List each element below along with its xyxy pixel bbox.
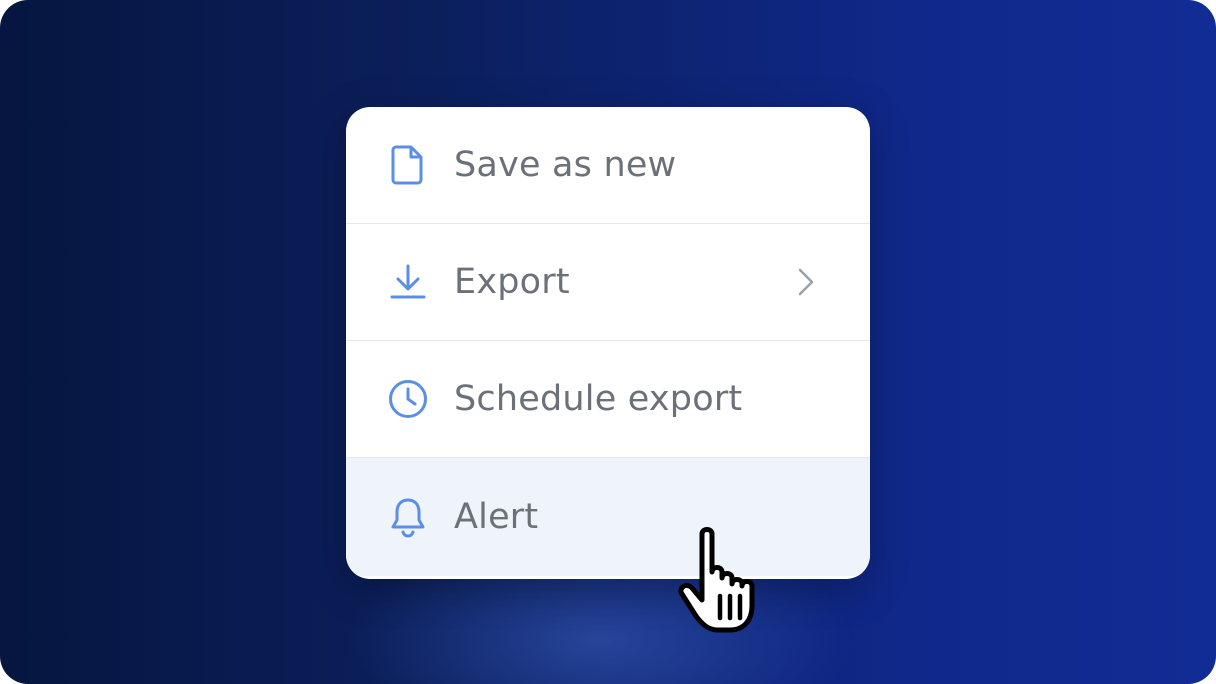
menu-item-export[interactable]: Export: [346, 224, 870, 341]
menu-item-label: Export: [454, 262, 570, 302]
file-icon: [386, 143, 430, 187]
menu-item-label: Alert: [454, 497, 539, 537]
menu-item-save-as-new[interactable]: Save as new: [346, 107, 870, 224]
chevron-right-icon: [794, 266, 818, 298]
menu-item-label: Save as new: [454, 145, 677, 185]
download-icon: [386, 260, 430, 304]
clock-icon: [386, 377, 430, 421]
menu-item-schedule-export[interactable]: Schedule export: [346, 341, 870, 458]
bell-icon: [386, 495, 430, 539]
menu-item-alert[interactable]: Alert: [346, 458, 870, 576]
background-stage: Save as new Export Schedule export Alert: [0, 0, 1216, 684]
context-menu: Save as new Export Schedule export Alert: [346, 107, 870, 579]
menu-item-label: Schedule export: [454, 379, 743, 419]
